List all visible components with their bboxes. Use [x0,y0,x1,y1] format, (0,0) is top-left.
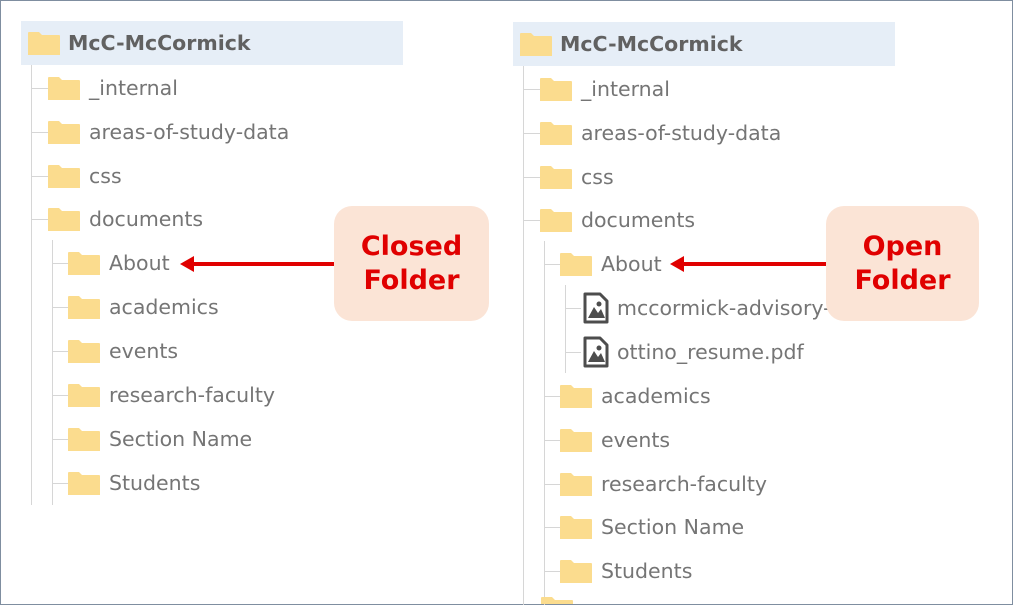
tree-item-label: mccormick-advisory- [617,296,829,320]
tree-guide-line [523,133,540,134]
folder-icon [541,597,573,604]
tree-file-ottino-resume[interactable]: ottino_resume.pdf [583,330,804,374]
folder-icon [560,428,592,452]
callout-line: Folder [854,264,951,296]
folder-icon [520,32,552,56]
folder-icon [540,208,572,232]
tree-guide-line [544,484,560,485]
tree-item-events[interactable]: events [559,418,670,462]
tree-guide-line [565,285,566,373]
tree-item-label: events [601,428,671,452]
open-folder-callout: Open Folder [826,206,979,321]
tree-guide-line [544,396,560,397]
folder-icon [540,121,572,145]
open-folder-arrow [670,256,828,272]
tree-item-label: Students [601,559,693,583]
tree-item-section-name[interactable]: Section Name [559,505,744,549]
tree-item-students[interactable]: Students [559,549,692,593]
tree-guide-line [544,264,560,265]
tree-item-internal[interactable]: _internal [539,67,670,111]
tree-guide-line [544,440,560,441]
file-row-clip: mccormick-advisory- [580,286,829,330]
pdf-file-icon [583,292,609,324]
tree-item-label: css [581,165,614,189]
tree-guide-line [523,66,524,605]
tree-item-label: About [601,252,662,276]
tree-item-label: Section Name [601,515,745,539]
pdf-file-icon [583,336,609,368]
tree-root-row[interactable]: McC-McCormick [513,22,895,66]
tree-item-label: _internal [581,77,670,101]
folder-icon [540,77,572,101]
tree-item-label: documents [581,208,696,232]
tree-guide-line [565,352,581,353]
tree-item-css[interactable]: css [539,155,614,199]
tree-item-label: areas-of-study-data [581,121,782,145]
folder-icon [560,384,592,408]
tree-item-label: ottino_resume.pdf [617,340,804,364]
folder-icon [560,472,592,496]
tree-guide-line [523,177,540,178]
tree-guide-line [523,220,540,221]
folder-icon [560,515,592,539]
tree-item-about[interactable]: About [559,242,662,286]
folder-icon [560,252,592,276]
tree-item-label: academics [601,384,711,408]
tree-guide-line [565,308,581,309]
tree-guide-line [544,571,560,572]
folder-icon [560,559,592,583]
tree-item-label: research-faculty [601,472,767,496]
offscreen-folder-clip [540,596,580,604]
tree-file-mccormick-advisory[interactable]: mccormick-advisory- [583,286,829,330]
tree-root-label: McC-McCormick [560,32,743,56]
tree-item-documents[interactable]: documents [539,198,695,242]
callout-line: Open [862,230,943,262]
folder-icon [540,165,572,189]
tree-item-areas-of-study-data[interactable]: areas-of-study-data [539,111,781,155]
tree-guide-line [523,89,540,90]
tree-guide-line [544,527,560,528]
tree-item-research-faculty[interactable]: research-faculty [559,462,767,506]
tree-item-academics[interactable]: academics [559,374,711,418]
tree-guide-line [544,241,545,605]
